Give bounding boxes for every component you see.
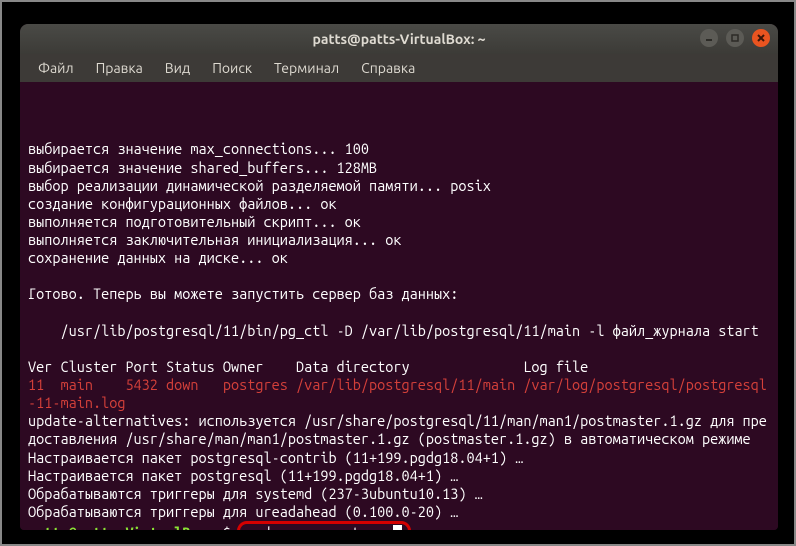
terminal-line bbox=[28, 267, 770, 285]
terminal-window: patts@patts-VirtualBox: ~ Файл Правка Ви… bbox=[20, 24, 778, 530]
menubar: Файл Правка Вид Поиск Терминал Справка bbox=[20, 54, 778, 82]
prompt-line: patts@patts-VirtualBox:~$ sudo su - post… bbox=[28, 521, 770, 530]
terminal-line: Ver Cluster Port Status Owner Data direc… bbox=[28, 358, 770, 376]
terminal-line: создание конфигурационных файлов... ок bbox=[28, 195, 770, 213]
terminal-line bbox=[28, 304, 770, 322]
terminal-line: 11 main 5432 down postgres /var/lib/post… bbox=[28, 376, 770, 412]
terminal-line: Настраивается пакет postgresql (11+199.p… bbox=[28, 467, 770, 485]
typed-command: sudo su - postgres bbox=[246, 524, 392, 530]
terminal-line: Готово. Теперь вы можете запустить серве… bbox=[28, 285, 770, 303]
terminal-line: выполняется подготовительный скрипт... о… bbox=[28, 213, 770, 231]
maximize-button[interactable] bbox=[726, 29, 744, 47]
terminal-line: Обрабатываются триггеры для ureadahead (… bbox=[28, 503, 770, 521]
terminal-line: Обрабатываются триггеры для systemd (237… bbox=[28, 485, 770, 503]
terminal-line: сохранение данных на диске... ок bbox=[28, 249, 770, 267]
maximize-icon bbox=[730, 33, 740, 43]
cursor bbox=[393, 525, 402, 530]
terminal-line: выполняется заключительная инициализация… bbox=[28, 231, 770, 249]
minimize-icon bbox=[704, 33, 714, 43]
prompt-colon: : bbox=[207, 524, 215, 530]
terminal-line: выбор реализации динамической разделяемо… bbox=[28, 177, 770, 195]
menu-file[interactable]: Файл bbox=[28, 56, 84, 80]
terminal-line: update-alternatives: используется /usr/s… bbox=[28, 412, 770, 448]
command-highlight: sudo su - postgres bbox=[237, 521, 411, 530]
prompt-user-host: patts@patts-VirtualBox bbox=[28, 524, 207, 530]
window-title: patts@patts-VirtualBox: ~ bbox=[30, 31, 768, 47]
window-controls bbox=[700, 29, 770, 47]
terminal-line: /usr/lib/postgresql/11/bin/pg_ctl -D /va… bbox=[28, 322, 770, 340]
titlebar: patts@patts-VirtualBox: ~ bbox=[20, 24, 778, 54]
menu-edit[interactable]: Правка bbox=[86, 56, 153, 80]
terminal-line: выбирается значение shared_buffers... 12… bbox=[28, 159, 770, 177]
terminal-line: выбирается значение max_connections... 1… bbox=[28, 140, 770, 158]
menu-help[interactable]: Справка bbox=[351, 56, 425, 80]
minimize-button[interactable] bbox=[700, 29, 718, 47]
menu-view[interactable]: Вид bbox=[155, 56, 200, 80]
prompt-path: ~ bbox=[215, 524, 223, 530]
terminal-line bbox=[28, 340, 770, 358]
close-icon bbox=[756, 33, 766, 43]
menu-search[interactable]: Поиск bbox=[202, 56, 262, 80]
terminal-line: Настраивается пакет postgresql-contrib (… bbox=[28, 449, 770, 467]
close-button[interactable] bbox=[752, 29, 770, 47]
menu-terminal[interactable]: Терминал bbox=[264, 56, 349, 80]
terminal-output[interactable]: выбирается значение max_connections... 1… bbox=[20, 82, 778, 530]
